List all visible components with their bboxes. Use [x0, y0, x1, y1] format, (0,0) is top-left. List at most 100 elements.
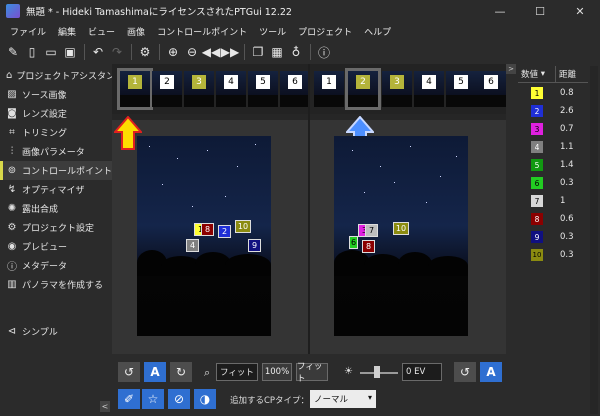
- control-point-marker[interactable]: 10: [393, 222, 409, 235]
- sidebar-item-label: プロジェクトアシスタント: [16, 72, 125, 82]
- column-header-number[interactable]: 数値 ▾: [518, 66, 556, 82]
- sidebar-item-optimizer[interactable]: ↯ オプティマイザ: [0, 180, 112, 199]
- auto-button-right[interactable]: A: [480, 362, 502, 382]
- left-thumb-1[interactable]: 1: [117, 68, 153, 110]
- control-point-marker[interactable]: 8: [362, 240, 375, 253]
- zoom-out-icon[interactable]: ⊖: [183, 43, 201, 61]
- right-thumb-5[interactable]: 5: [446, 71, 476, 107]
- sidebar-item-image-parameters[interactable]: ⫶ 画像パラメータ: [0, 142, 112, 161]
- sidebar-item-control-points[interactable]: ⊚ コントロールポイント: [0, 161, 112, 180]
- zoom-field-left[interactable]: フィット: [216, 363, 258, 381]
- left-thumb-3[interactable]: 3: [184, 71, 214, 107]
- thumb-number: 4: [224, 75, 238, 89]
- sidebar-item-crop[interactable]: ⌗ トリミング: [0, 123, 112, 142]
- control-point-marker[interactable]: 10: [235, 220, 251, 233]
- cp-number-swatch: 4: [531, 141, 543, 153]
- undo-icon[interactable]: ↶: [89, 43, 107, 61]
- left-thumb-6[interactable]: 6: [280, 71, 310, 107]
- auto-button-left[interactable]: A: [144, 362, 166, 382]
- settings-gear-icon[interactable]: ⚙: [136, 43, 154, 61]
- table-row[interactable]: 9 0.3: [518, 228, 588, 246]
- menu-images[interactable]: 画像: [121, 25, 151, 38]
- control-point-marker[interactable]: 9: [248, 239, 261, 252]
- new-document-icon[interactable]: ▯: [23, 43, 41, 61]
- right-source-image[interactable]: 3 7 10 6 8: [334, 136, 468, 336]
- sidebar-item-project-settings[interactable]: ⚙ プロジェクト設定: [0, 218, 112, 237]
- sidebar-collapse-button[interactable]: <: [100, 401, 110, 412]
- rewind-icon[interactable]: ◀◀: [202, 43, 220, 61]
- table-grid-icon[interactable]: ▦: [268, 43, 286, 61]
- control-point-marker[interactable]: 2: [218, 225, 231, 238]
- sidebar-item-exposure-fusion[interactable]: ✺ 露出合成: [0, 199, 112, 218]
- left-source-image[interactable]: 1 8 2 10 4 9: [137, 136, 271, 336]
- close-button[interactable]: ✕: [560, 0, 600, 22]
- right-panel-collapse-button[interactable]: >: [506, 64, 516, 74]
- pin-icon[interactable]: ✐: [118, 389, 140, 409]
- left-thumb-2[interactable]: 2: [152, 71, 182, 107]
- zoom-100-button[interactable]: 100%: [262, 363, 292, 381]
- home-icon: ⌂: [6, 70, 13, 81]
- sidebar-item-lens-settings[interactable]: ◙ レンズ設定: [0, 104, 112, 123]
- zoom-in-icon[interactable]: ⊕: [164, 43, 182, 61]
- cp-type-select[interactable]: ノーマル ▾: [310, 390, 376, 408]
- redo-icon[interactable]: ↷: [108, 43, 126, 61]
- help-icon[interactable]: ⓘ: [315, 43, 333, 61]
- rotate-left-icon-right[interactable]: ↺: [454, 362, 476, 382]
- maximize-button[interactable]: ☐: [520, 0, 560, 22]
- lightbulb-icon[interactable]: ♁: [287, 43, 305, 61]
- right-thumb-3[interactable]: 3: [382, 71, 412, 107]
- link-icon[interactable]: ⊘: [168, 389, 190, 409]
- table-row[interactable]: 4 1.1: [518, 138, 588, 156]
- rotate-left-icon[interactable]: ↺: [118, 362, 140, 382]
- table-vertical-scrollbar[interactable]: [590, 66, 598, 414]
- fast-forward-icon[interactable]: ▶▶: [221, 43, 239, 61]
- right-strip-scrollbar[interactable]: [310, 114, 506, 120]
- new-project-icon[interactable]: ✎: [4, 43, 22, 61]
- left-thumb-5[interactable]: 5: [248, 71, 278, 107]
- contrast-icon[interactable]: ◑: [194, 389, 216, 409]
- star-icon[interactable]: ☆: [142, 389, 164, 409]
- left-thumb-4[interactable]: 4: [216, 71, 246, 107]
- open-folder-icon[interactable]: ▭: [42, 43, 60, 61]
- exposure-slider-handle[interactable]: [374, 366, 380, 378]
- menu-help[interactable]: ヘルプ: [358, 25, 397, 38]
- control-point-marker[interactable]: 7: [365, 224, 378, 237]
- table-row[interactable]: 8 0.6: [518, 210, 588, 228]
- right-thumb-6[interactable]: 6: [476, 71, 506, 107]
- panorama-editor-icon[interactable]: ❐: [249, 43, 267, 61]
- sidebar-item-metadata[interactable]: ⓘ メタデータ: [0, 256, 112, 275]
- table-row[interactable]: 71: [518, 192, 588, 210]
- sidebar-item-label: 画像パラメータ: [22, 148, 85, 158]
- menu-edit[interactable]: 編集: [52, 25, 82, 38]
- table-row[interactable]: 6 0.3: [518, 174, 588, 192]
- simple-mode-toggle[interactable]: ⊲ シンプル: [0, 322, 112, 341]
- menu-project[interactable]: プロジェクト: [292, 25, 358, 38]
- column-header-distance[interactable]: 距離: [556, 66, 588, 82]
- right-thumb-4[interactable]: 4: [414, 71, 444, 107]
- table-row[interactable]: 5 1.4: [518, 156, 588, 174]
- menu-control-points[interactable]: コントロールポイント: [151, 25, 253, 38]
- right-thumb-1[interactable]: 1: [314, 71, 344, 107]
- minimize-button[interactable]: —: [480, 0, 520, 22]
- table-row[interactable]: 3 0.7: [518, 120, 588, 138]
- sidebar-item-source-images[interactable]: ▨ ソース画像: [0, 85, 112, 104]
- ev-field[interactable]: 0 EV: [402, 363, 442, 381]
- rotate-right-icon[interactable]: ↻: [170, 362, 192, 382]
- save-icon[interactable]: ▣: [61, 43, 79, 61]
- menu-view[interactable]: ビュー: [82, 25, 121, 38]
- control-point-marker[interactable]: 8: [201, 223, 214, 236]
- menu-tools[interactable]: ツール: [253, 25, 292, 38]
- table-row[interactable]: 2 2.6: [518, 102, 588, 120]
- menu-file[interactable]: ファイル: [4, 25, 52, 38]
- zoom-fit-button[interactable]: フィット: [296, 362, 328, 384]
- table-row[interactable]: 10 0.3: [518, 246, 588, 264]
- cp-distance: 1.1: [560, 142, 574, 152]
- sidebar-item-project-assistant[interactable]: ⌂ プロジェクトアシスタント: [0, 66, 124, 85]
- sidebar-item-create-panorama[interactable]: ▥ パノラマを作成する: [0, 275, 112, 294]
- table-row[interactable]: 1 0.8: [518, 84, 588, 102]
- control-point-marker[interactable]: 4: [186, 239, 199, 252]
- control-point-marker[interactable]: 6: [349, 236, 358, 249]
- right-thumb-2[interactable]: 2: [345, 68, 381, 110]
- control-points-icon: ⊚: [7, 165, 17, 176]
- sidebar-item-preview[interactable]: ◉ プレビュー: [0, 237, 112, 256]
